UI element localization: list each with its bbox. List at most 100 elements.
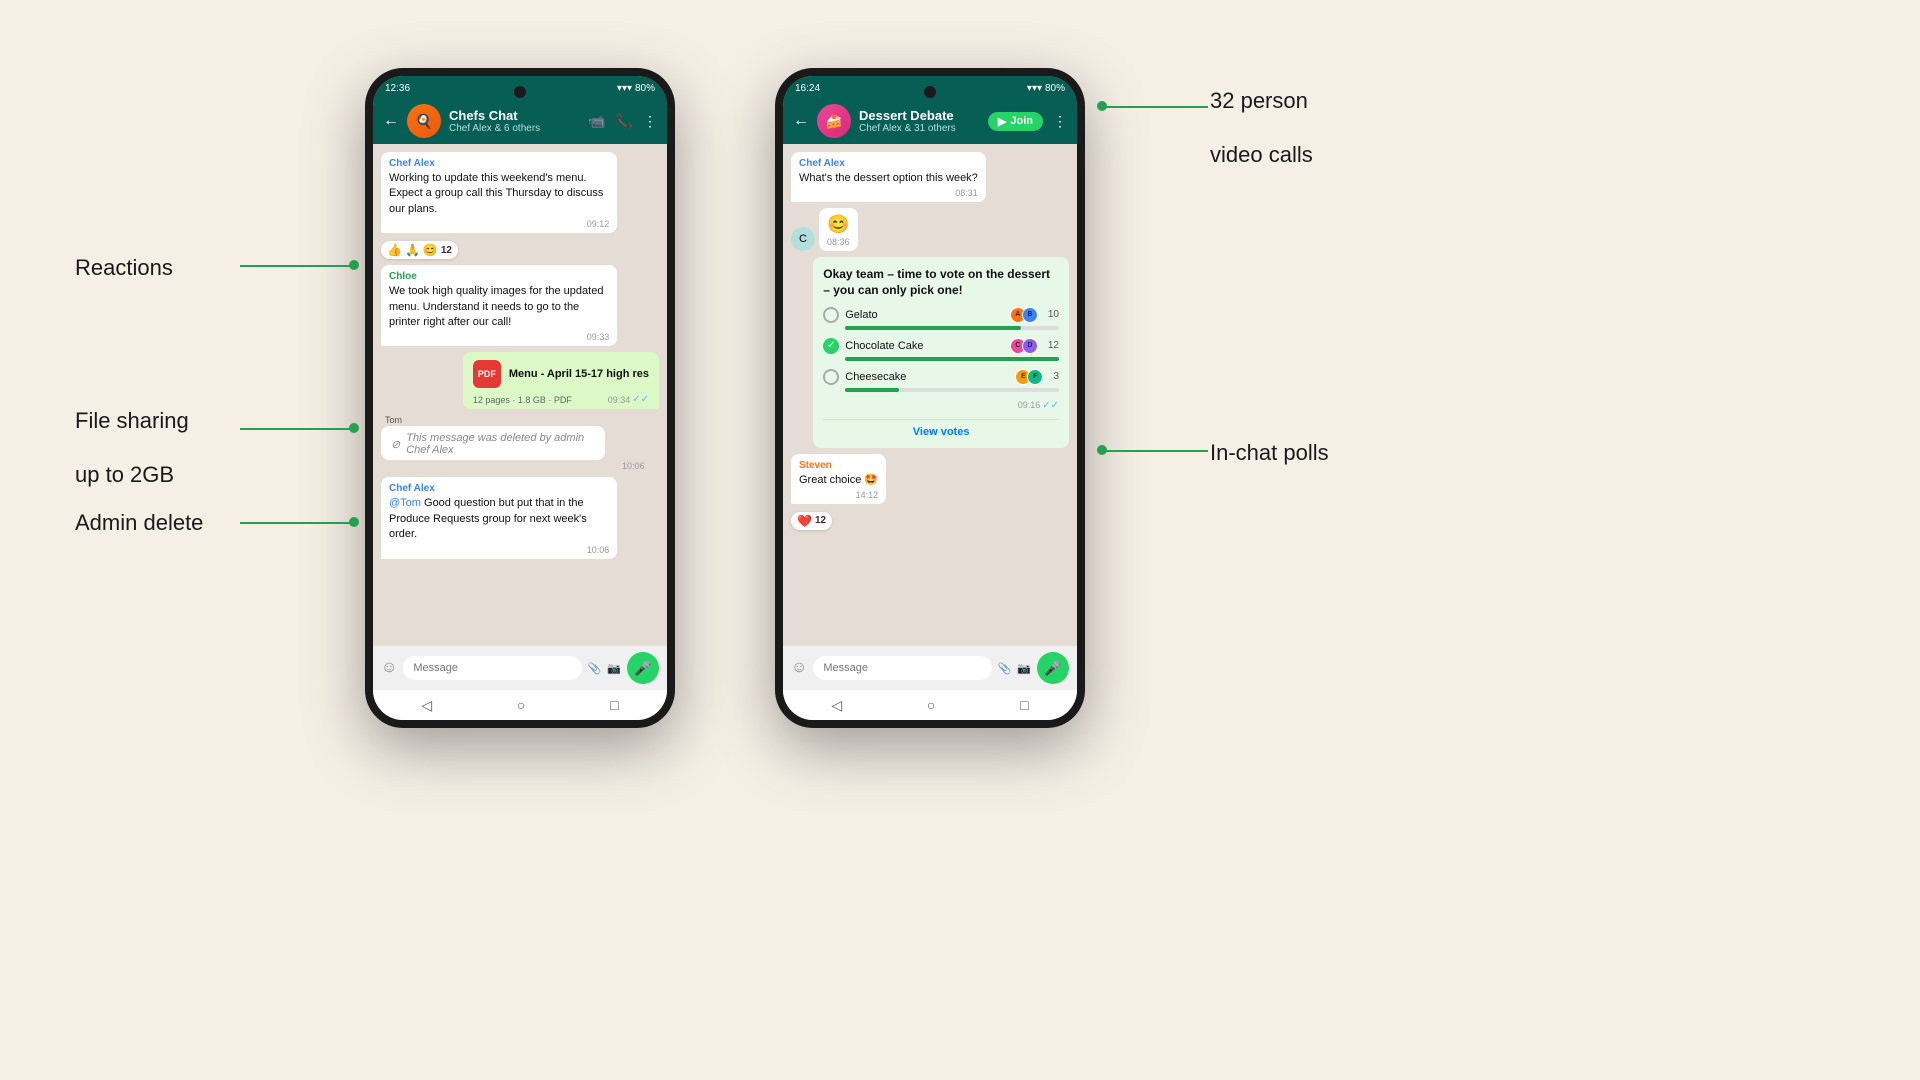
cheesecake-voters: E F [1015,369,1043,385]
reactions-label: Reactions [75,255,173,281]
file-sharing-line [240,428,350,430]
gelato-name: Gelato [845,309,1004,321]
join-button[interactable]: ▶ Join [988,112,1043,131]
battery-1: 80% [635,83,655,94]
file-sharing-label2: up to 2GB [75,462,189,488]
file-sharing-dot [349,423,359,433]
chat-header-1: ← 🍳 Chefs Chat Chef Alex & 6 others 📹 📞 … [373,98,667,144]
back-button-1[interactable]: ← [383,112,399,130]
view-votes-button[interactable]: View votes [823,419,1059,438]
video-join-icon: ▶ [998,115,1006,128]
deleted-sender: Tom [381,415,644,425]
gelato-radio[interactable] [823,307,839,323]
chloe-emoji-row: C 😊 08:36 [791,208,1069,251]
attach-icon-1[interactable]: 📎 [588,662,602,675]
chocolate-cake-voters: C D [1010,338,1038,354]
chat-title-block-2: Dessert Debate Chef Alex & 31 others [859,108,980,134]
phone-2: 16:24 ▾▾▾ 80% ← 🍰 Dessert Debate Chef Al… [775,68,1085,728]
join-label: Join [1010,115,1033,127]
msg-sender-chef-alex-2: Chef Alex [389,483,609,494]
chat-name-2: Dessert Debate [859,108,980,123]
phone-notch-1 [514,86,526,98]
cheesecake-name: Cheesecake [845,371,1009,383]
message-steven: Steven Great choice 🤩 14:12 [791,454,886,504]
reaction-thumbs-up: 👍 [387,243,402,257]
status-time-2: 16:24 [795,83,820,94]
attach-icon-2[interactable]: 📎 [998,662,1012,675]
video-calls-label-block: 32 person video calls [1210,88,1313,140]
video-calls-label: 32 person [1210,88,1313,114]
chocolate-cake-bar-track [845,357,1059,361]
reaction-bar-2[interactable]: ❤️ 12 [791,512,832,530]
chocolate-cake-count: 12 [1048,340,1059,351]
signal-icon-2: ▾▾▾ [1027,83,1042,94]
msg-time-steven: 14:12 [799,490,878,500]
recent-nav-icon-2[interactable]: □ [1020,697,1028,713]
chloe-emoji: 😊 [827,214,849,234]
poll-option-chocolate-cake[interactable]: ✓ Chocolate Cake C D 12 [823,338,1059,361]
deleted-message: ⊘ This message was deleted by admin Chef… [381,426,605,460]
phone-nav-1: ◁ ○ □ [373,690,667,720]
call-icon-1[interactable]: 📞 [616,113,633,130]
menu-icon-1[interactable]: ⋮ [643,113,657,130]
chocolate-cake-bar-fill [845,357,1059,361]
msg-time-1: 09:12 [389,219,609,229]
check-icon: ✓✓ [632,394,649,405]
pdf-icon: PDF [473,360,501,388]
avatar-1: 🍳 [407,104,441,138]
signal-icon-1: ▾▾▾ [617,83,632,94]
chocolate-cake-radio[interactable]: ✓ [823,338,839,354]
msg-text-chef-alex-d: What's the dessert option this week? [799,171,978,186]
emoji-button-2[interactable]: ☺ [791,659,807,677]
chat-title-block-1: Chefs Chat Chef Alex & 6 others [449,108,580,134]
cheesecake-count: 3 [1053,371,1059,382]
msg-sender-steven: Steven [799,460,878,471]
phone-nav-2: ◁ ○ □ [783,690,1077,720]
file-sharing-label: File sharing [75,408,189,434]
back-button-2[interactable]: ← [793,112,809,130]
video-calls-label2: video calls [1210,142,1313,168]
voter-avatar: F [1027,369,1043,385]
video-calls-line [1100,106,1208,108]
in-chat-polls-dot [1097,445,1107,455]
reaction-bar-1[interactable]: 👍 🙏 😊 12 [381,241,458,259]
video-icon-1[interactable]: 📹 [588,113,605,130]
header-icons-2: ▶ Join ⋮ [988,112,1067,131]
poll-option-cheesecake[interactable]: Cheesecake E F 3 [823,369,1059,392]
status-time-1: 12:36 [385,83,410,94]
menu-icon-2[interactable]: ⋮ [1053,113,1067,130]
admin-delete-dot [349,517,359,527]
home-nav-icon-1[interactable]: ○ [517,697,525,713]
phone-1: 12:36 ▾▾▾ 80% ← 🍳 Chefs Chat Chef Alex &… [365,68,675,728]
chat-area-2: Chef Alex What's the dessert option this… [783,144,1077,646]
chat-name-1: Chefs Chat [449,108,580,123]
mic-button-1[interactable]: 🎤 [627,652,659,684]
mic-button-2[interactable]: 🎤 [1037,652,1069,684]
msg-time-chef-alex-d: 08:31 [799,188,978,198]
voter-avatar: B [1022,307,1038,323]
camera-icon-2[interactable]: 📷 [1017,662,1031,675]
back-nav-icon-1[interactable]: ◁ [421,697,432,714]
file-sharing-label-block: File sharing up to 2GB [75,408,189,460]
cheesecake-radio[interactable] [823,369,839,385]
video-calls-dot [1097,101,1107,111]
back-nav-icon-2[interactable]: ◁ [831,697,842,714]
gelato-bar-fill [845,326,1020,330]
emoji-button-1[interactable]: ☺ [381,659,397,677]
poll-option-gelato[interactable]: Gelato A B 10 [823,307,1059,330]
recent-nav-icon-1[interactable]: □ [610,697,618,713]
chat-area-1: Chef Alex Working to update this weekend… [373,144,667,646]
cheesecake-bar-track [845,388,1059,392]
voter-avatar: D [1022,338,1038,354]
admin-delete-label: Admin delete [75,510,203,536]
file-meta: 12 pages · 1.8 GB · PDF [473,395,572,405]
camera-icon-1[interactable]: 📷 [607,662,621,675]
chat-bottom-2: ☺ 📎 📷 🎤 [783,646,1077,690]
home-nav-icon-2[interactable]: ○ [927,697,935,713]
message-input-1[interactable] [403,656,581,680]
message-input-2[interactable] [813,656,991,680]
msg-text-chloe: We took high quality images for the upda… [389,284,609,330]
mention-tom: @Tom [389,497,421,509]
deleted-text: This message was deleted by admin Chef A… [406,432,595,456]
gelato-count: 10 [1048,309,1059,320]
